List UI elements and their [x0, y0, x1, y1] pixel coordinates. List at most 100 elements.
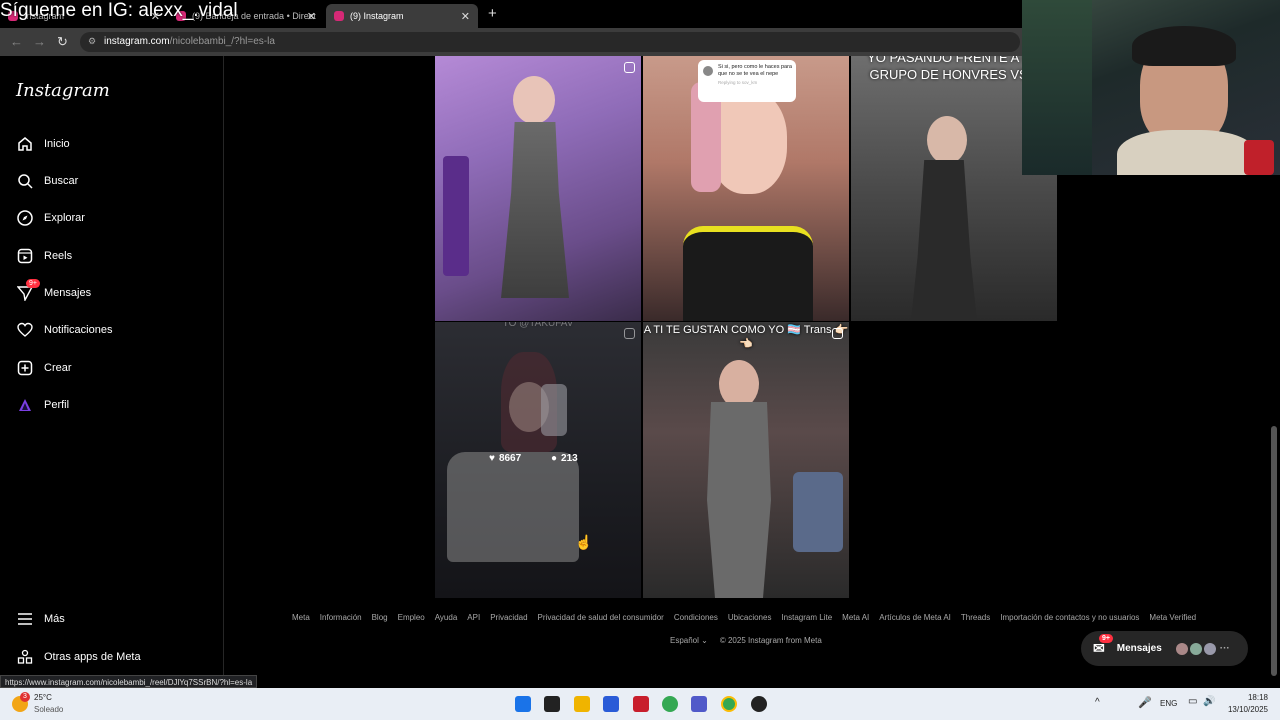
sticker-meta: Replying to sov_km [718, 80, 758, 86]
footer-link[interactable]: Artículos de Meta AI [879, 613, 951, 622]
footer-link[interactable]: Privacidad [490, 613, 527, 622]
chevron-up-icon[interactable]: ^ [1095, 697, 1100, 708]
reels-icon [16, 247, 34, 265]
sidebar-item-label: Explorar [44, 212, 85, 224]
forward-icon[interactable]: → [33, 34, 46, 49]
stream-overlay-text: Sígueme en IG: alexx_.vidal [0, 0, 238, 21]
reel-thumbnail[interactable] [435, 56, 641, 321]
footer-link[interactable]: Threads [961, 613, 990, 622]
sidebar-item-label: Más [44, 613, 65, 625]
webcam-hair [1132, 26, 1236, 66]
chrome-icon[interactable] [662, 696, 678, 712]
clock-time[interactable]: 18:18 [1228, 693, 1268, 702]
sidebar-item-label: Reels [44, 250, 73, 262]
store-icon[interactable] [603, 696, 619, 712]
windows-start-icon[interactable] [515, 696, 531, 712]
site-settings-icon[interactable]: ⚙ [88, 36, 96, 47]
footer-link[interactable]: Instagram Lite [781, 613, 832, 622]
volume-icon[interactable]: 🔊 [1203, 696, 1215, 707]
thumbnail-phone [541, 384, 567, 436]
notification-badge: 9+ [1099, 634, 1113, 643]
url-host: instagram.com [104, 36, 170, 47]
messages-pill-button[interactable]: ✉ 9+ Mensajes ··· [1081, 631, 1248, 666]
thumbnail-dress [707, 402, 771, 598]
footer-link[interactable]: Importación de contactos y no usuarios [1000, 613, 1139, 622]
reel-icon [832, 328, 843, 339]
sidebar-item-buscar[interactable]: Buscar [16, 169, 78, 193]
thumbnail-face [513, 76, 555, 124]
sticker-text: Si si, pero como le haces para que no se… [718, 64, 792, 78]
reel-icon [624, 62, 635, 73]
footer-link[interactable]: API [467, 613, 480, 622]
footer-link[interactable]: Meta AI [842, 613, 869, 622]
chrome-active-icon[interactable] [721, 696, 737, 712]
antivirus-icon[interactable] [633, 696, 649, 712]
network-icon[interactable]: ▭ [1188, 696, 1197, 707]
reel-thumbnail[interactable]: Si si, pero como le haces para que no se… [643, 56, 849, 321]
footer-link[interactable]: Ayuda [435, 613, 458, 622]
reel-thumbnail-hovered[interactable]: TO @TAKUFAV ♥ 8667 ● 213 ☝ [435, 322, 641, 598]
close-icon[interactable]: ✕ [461, 10, 470, 23]
sidebar-item-mensajes[interactable]: 9+ Mensajes [16, 279, 92, 305]
footer-link[interactable]: Meta Verified [1149, 613, 1196, 622]
avatar-stack: ··· [1175, 642, 1230, 655]
sidebar-item-crear[interactable]: Crear [16, 356, 72, 380]
language-indicator[interactable]: ENG [1160, 699, 1177, 708]
weather-desc: Soleado [34, 705, 64, 714]
teams-icon[interactable] [691, 696, 707, 712]
avatar [1203, 642, 1216, 655]
footer-link[interactable]: Privacidad de salud del consumidor [538, 613, 664, 622]
notification-badge: 9+ [26, 279, 40, 288]
home-icon [16, 135, 34, 153]
url-input[interactable]: ⚙ instagram.com/nicolebambi_/?hl=es-la [80, 32, 1020, 52]
tab-instagram-active[interactable]: (9) Instagram ✕ [326, 4, 478, 28]
comment-count-value: 213 [561, 453, 578, 464]
sidebar-item-mas[interactable]: Más [16, 607, 65, 631]
copyright: © 2025 Instagram from Meta [719, 636, 822, 645]
status-url: https://www.instagram.com/nicolebambi_/r… [0, 675, 258, 688]
instagram-sidebar: Instagram Inicio Buscar Explorar Reels 9… [0, 56, 224, 688]
avatar [1189, 642, 1202, 655]
comment-filled-icon: ● [551, 453, 558, 464]
task-view-icon[interactable] [544, 696, 560, 712]
footer-link[interactable]: Blog [372, 613, 388, 622]
thumbnail-plush [793, 472, 843, 552]
weather-temp: 25°C [34, 693, 52, 702]
microphone-icon[interactable]: 🎤 [1138, 696, 1152, 709]
reel-thumbnail[interactable]: A TI TE GUSTAN COMO YO 🏳️‍⚧️ Trans 👉🏻👈🏻 [643, 322, 849, 598]
sidebar-item-label: Notificaciones [44, 324, 113, 336]
footer-link[interactable]: Condiciones [674, 613, 718, 622]
sidebar-item-perfil[interactable]: Perfil [16, 393, 69, 417]
sidebar-item-notificaciones[interactable]: Notificaciones [16, 318, 112, 342]
sidebar-item-explorar[interactable]: Explorar [16, 206, 85, 230]
instagram-logo[interactable]: Instagram [16, 80, 110, 101]
new-tab-button[interactable]: + [488, 5, 497, 22]
scrollbar-thumb[interactable] [1271, 426, 1277, 676]
sidebar-item-label: Inicio [44, 138, 70, 150]
thumbnail-face [719, 360, 759, 408]
thumbnail-shirt [447, 452, 579, 562]
footer-link[interactable]: Ubicaciones [728, 613, 772, 622]
url-path: /nicolebambi_/?hl=es-la [169, 36, 275, 47]
reel-caption: TO @TAKUFAV [502, 322, 574, 329]
sidebar-item-label: Perfil [44, 399, 70, 411]
compass-icon [16, 209, 34, 227]
app-icon[interactable] [751, 696, 767, 712]
footer-link[interactable]: Empleo [398, 613, 425, 622]
footer-link[interactable]: Meta [292, 613, 310, 622]
sidebar-item-meta-apps[interactable]: Otras apps de Meta [16, 645, 141, 669]
sticker-avatar [703, 66, 713, 76]
thumbnail-dress [911, 160, 977, 321]
close-icon[interactable]: ✕ [307, 10, 316, 23]
reload-icon[interactable]: ↻ [57, 34, 68, 50]
file-explorer-icon[interactable] [574, 696, 590, 712]
footer-link[interactable]: Información [320, 613, 362, 622]
language-select[interactable]: Español ⌄ [670, 636, 708, 645]
plus-square-icon [16, 359, 34, 377]
sidebar-item-label: Mensajes [44, 287, 92, 299]
clock-date[interactable]: 13/10/2025 [1224, 705, 1268, 714]
sidebar-item-inicio[interactable]: Inicio [16, 132, 70, 156]
instagram-favicon-icon [334, 11, 344, 21]
back-icon[interactable]: ← [10, 34, 23, 49]
sidebar-item-reels[interactable]: Reels [16, 244, 72, 268]
